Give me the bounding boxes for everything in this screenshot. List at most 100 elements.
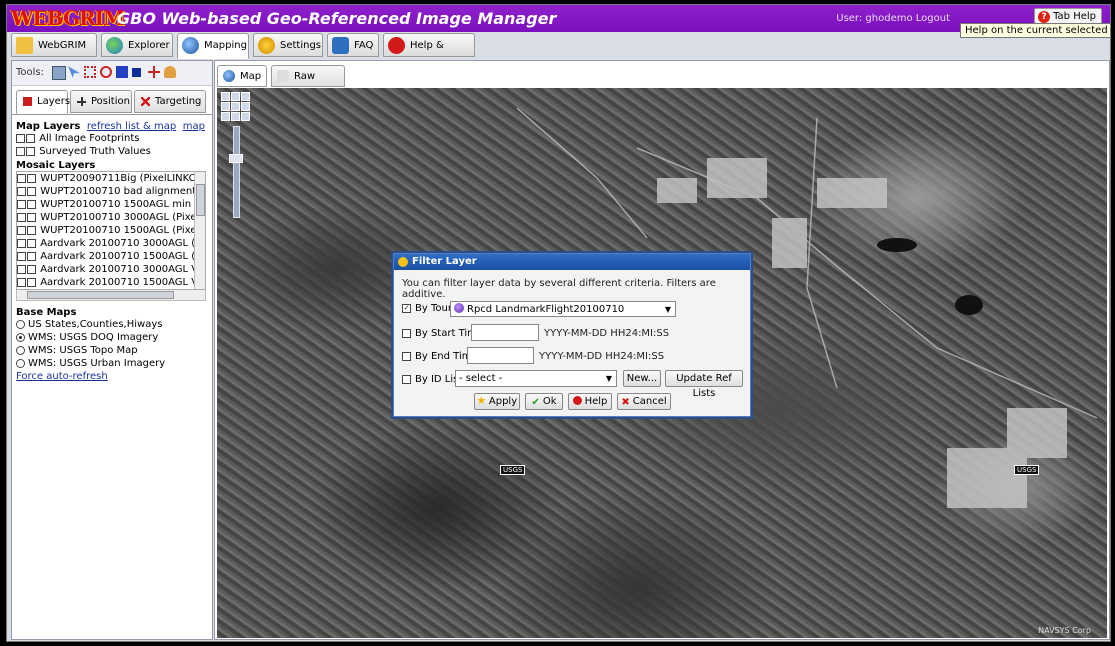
faq-icon	[332, 37, 349, 54]
by-tour-checkbox[interactable]: ✓	[402, 303, 411, 313]
tab-map[interactable]: Map	[217, 65, 267, 87]
base-map-item[interactable]: WMS: USGS Urban Imagery	[16, 357, 208, 370]
target-x-icon	[141, 97, 150, 106]
radio-button[interactable]	[16, 358, 25, 368]
left-panel: Tools: Layers Position Targeting Map Lay…	[11, 60, 213, 640]
refresh-list-map-link[interactable]: refresh list & map	[87, 121, 176, 132]
checkbox[interactable]	[17, 264, 26, 274]
checkbox[interactable]	[27, 225, 36, 235]
mosaic-layer-item: WUPT20100710 1500AGL min overlap	[17, 198, 205, 211]
apply-button[interactable]: Apply	[474, 393, 520, 410]
checkbox[interactable]	[26, 133, 35, 143]
by-start-time-checkbox[interactable]	[402, 328, 411, 338]
mosaic-layers-list[interactable]: WUPT20090711Big (PixelLINKColorCC WUPT20…	[16, 171, 206, 290]
lake	[877, 238, 917, 252]
square-icon[interactable]	[132, 68, 141, 77]
checkbox[interactable]	[27, 277, 36, 287]
checkbox[interactable]	[27, 212, 36, 222]
checkbox[interactable]	[16, 146, 25, 156]
radio-button-selected[interactable]	[16, 332, 25, 342]
by-id-list-checkbox[interactable]	[402, 374, 411, 384]
checkbox[interactable]	[27, 238, 36, 248]
help-button[interactable]: Help	[568, 393, 612, 410]
tab-label: WebGRIM	[38, 40, 87, 51]
checkbox[interactable]	[27, 199, 36, 209]
mosaic-layers-header: Mosaic Layers	[16, 160, 96, 171]
pointer-tool-icon[interactable]	[68, 66, 80, 78]
layer-label: WUPT20100710 bad alignment (Pixell	[40, 186, 205, 197]
checkbox[interactable]	[27, 173, 36, 183]
checkbox[interactable]	[17, 199, 26, 209]
by-end-time-checkbox[interactable]	[402, 351, 411, 361]
vertical-scrollbar[interactable]	[194, 172, 205, 289]
checkbox[interactable]	[27, 264, 36, 274]
gear-icon	[258, 37, 275, 54]
new-id-list-button[interactable]: New...	[623, 370, 661, 387]
start-time-format: YYYY-MM-DD HH24:MI:SS	[544, 328, 670, 339]
cancel-button[interactable]: ✖ Cancel	[617, 393, 671, 410]
end-time-input[interactable]	[467, 347, 534, 364]
checkbox[interactable]	[17, 173, 26, 183]
checkbox[interactable]	[27, 186, 36, 196]
base-map-item[interactable]: WMS: USGS DOQ Imagery	[16, 331, 208, 344]
user-logout-link[interactable]: User: ghodemo Logout	[836, 13, 950, 24]
horizontal-scrollbar[interactable]	[16, 290, 206, 301]
radio-button[interactable]	[16, 345, 25, 355]
force-auto-refresh-link[interactable]: Force auto-refresh	[16, 371, 108, 382]
base-map-item[interactable]: US States,Counties,Hiways	[16, 318, 208, 331]
checkbox[interactable]	[16, 133, 25, 143]
checkbox[interactable]	[17, 186, 26, 196]
tab-explorer[interactable]: Explorer	[101, 33, 173, 57]
tab-settings[interactable]: Settings	[253, 33, 323, 57]
checkbox[interactable]	[17, 225, 26, 235]
globe-icon	[223, 70, 235, 82]
filter-icon	[398, 257, 408, 267]
id-list-select[interactable]: - select - ▼	[455, 370, 617, 387]
tour-select[interactable]: Rpcd LandmarkFlight20100710 ▼	[450, 301, 676, 317]
tools-label: Tools:	[16, 67, 45, 78]
pan-tool-icon[interactable]	[52, 66, 66, 80]
move-icon	[77, 97, 86, 106]
id-list-select-value: - select -	[459, 373, 503, 384]
tab-layers[interactable]: Layers	[16, 90, 70, 114]
scroll-thumb[interactable]	[27, 291, 174, 299]
tab-position[interactable]: Position	[70, 90, 132, 113]
tab-mapping[interactable]: Mapping	[177, 33, 249, 59]
rect-fill-icon[interactable]	[116, 66, 128, 78]
rect-select-icon[interactable]	[84, 66, 96, 78]
field-patch	[817, 178, 887, 208]
base-map-label: WMS: USGS Urban Imagery	[28, 358, 166, 369]
dialog-title-bar[interactable]: Filter Layer	[394, 254, 750, 270]
radio-button[interactable]	[16, 319, 25, 329]
layer-label: All Image Footprints	[39, 133, 140, 144]
update-ref-lists-button[interactable]: Update Ref Lists	[665, 370, 743, 399]
tab-webgrim[interactable]: WebGRIM	[11, 33, 97, 57]
layer-label: WUPT20100710 1500AGL min overlap	[40, 199, 205, 210]
checkbox[interactable]	[26, 146, 35, 156]
tour-icon	[454, 303, 464, 313]
explorer-icon	[106, 37, 123, 54]
tab-faq[interactable]: FAQ	[327, 33, 379, 57]
start-time-input[interactable]	[471, 324, 539, 341]
checkbox[interactable]	[17, 238, 26, 248]
tab-targeting[interactable]: Targeting	[134, 90, 206, 113]
by-tour-label: By Tour	[415, 303, 452, 314]
tab-help-about[interactable]: Help & About	[383, 33, 475, 75]
base-map-item[interactable]: WMS: USGS Topo Map	[16, 344, 208, 357]
ok-button[interactable]: ✔ Ok	[525, 393, 563, 410]
map-link[interactable]: map	[183, 121, 205, 132]
circle-select-icon[interactable]	[100, 66, 112, 78]
checkbox[interactable]	[27, 251, 36, 261]
person-icon[interactable]	[164, 66, 176, 78]
scroll-thumb[interactable]	[196, 184, 205, 216]
base-maps-header: Base Maps	[16, 307, 77, 318]
mosaic-layer-item: WUPT20100710 3000AGL (PixelLINKC	[17, 211, 205, 224]
checkbox[interactable]	[17, 277, 26, 287]
checkbox[interactable]	[17, 251, 26, 261]
crosshair-icon[interactable]	[148, 66, 160, 78]
layers-panel: Map Layers refresh list & map map All Im…	[12, 115, 212, 387]
checkbox[interactable]	[17, 212, 26, 222]
tab-label: Mapping	[204, 40, 247, 51]
tab-raw-images[interactable]: Raw Images	[271, 65, 345, 103]
mosaic-layer-item: WUPT20100710 1500AGL (PixelLINKC	[17, 224, 205, 237]
